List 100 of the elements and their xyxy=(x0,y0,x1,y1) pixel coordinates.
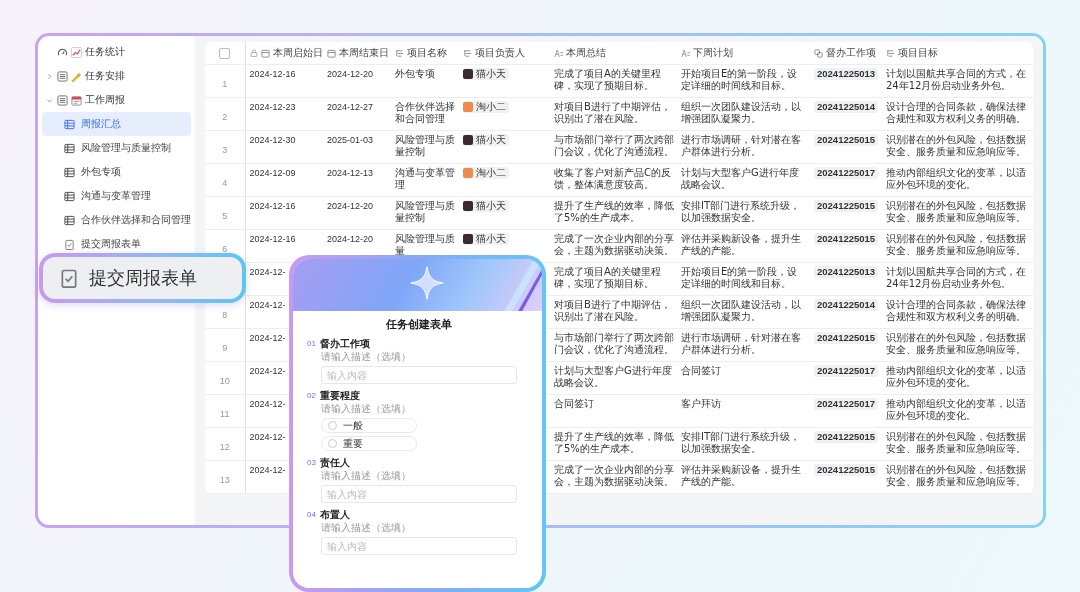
text-field-icon xyxy=(681,48,690,58)
record-tag[interactable]: 20241225015 xyxy=(814,200,879,212)
sidebar-item[interactable]: 周报汇总 xyxy=(42,112,191,136)
input-field[interactable]: 输入内容 xyxy=(321,366,517,384)
table-icon xyxy=(64,142,75,154)
option-field-icon xyxy=(463,48,472,58)
table-cell: 合同签订 xyxy=(554,398,594,409)
table-cell: 组织一次团队建设活动，以增强团队凝聚力。 xyxy=(681,299,801,322)
list-icon xyxy=(57,94,68,106)
record-tag[interactable]: 20241225014 xyxy=(814,101,879,113)
table-cell: 识别潜在的外包风险，包括数据安全、服务质量和应急响应等。 xyxy=(886,233,1026,256)
input-field[interactable]: 输入内容 xyxy=(321,485,517,503)
sparkle-drawing xyxy=(409,265,445,301)
table-cell: 与市场部门举行了两次跨部门会议，优化了沟通流程。 xyxy=(554,134,674,157)
column-header[interactable]: 项目负责人 xyxy=(475,46,525,60)
table-cell: 评估并采购新设备，提升生产线的产能。 xyxy=(681,233,801,256)
record-tag[interactable]: 20241225013 xyxy=(814,68,879,80)
column-header[interactable]: 下周计划 xyxy=(693,46,733,60)
table-cell: 识别潜在的外包风险，包括数据安全、服务质量和应急响应等。 xyxy=(886,464,1026,487)
table-cell: 计划与大型客户G进行年度战略会议。 xyxy=(554,365,672,388)
question-label: 督办工作项 xyxy=(319,338,370,350)
question-hint: 请输入描述（选填） xyxy=(321,351,412,363)
table-cell: 识别潜在的外包风险，包括数据安全、服务质量和应急响应等。 xyxy=(886,431,1026,454)
person-name: 猫小天 xyxy=(476,134,506,146)
row-number: 6 xyxy=(222,244,228,254)
record-tag[interactable]: 20241225017 xyxy=(814,398,879,410)
question-hint: 请输入描述（选填） xyxy=(321,403,412,415)
table-icon xyxy=(64,118,75,130)
table-cell: 风险管理与质量控制 xyxy=(395,134,455,157)
record-tag[interactable]: 20241225015 xyxy=(814,431,879,443)
table-cell: 2024-12-09 xyxy=(249,168,296,178)
column-header[interactable]: 本周结束日 xyxy=(339,46,389,60)
table-cell: 2024-12- xyxy=(249,432,286,442)
column-header[interactable]: 本周启始日 xyxy=(272,46,323,60)
table-cell: 评估并采购新设备，提升生产线的产能。 xyxy=(681,464,801,487)
table-cell: 2024-12-23 xyxy=(249,102,296,112)
record-tag[interactable]: 20241225015 xyxy=(814,233,879,245)
table-cell: 2024-12-16 xyxy=(249,201,296,211)
option-field-icon xyxy=(395,48,404,58)
lock-icon xyxy=(249,49,258,57)
column-header[interactable]: 项目目标 xyxy=(898,46,938,60)
option-field-icon xyxy=(886,48,895,58)
table-cell: 识别潜在的外包风险，包括数据安全、服务质量和应急响应等。 xyxy=(886,200,1026,223)
table-cell: 安排IT部门进行系统升级，以加强数据安全。 xyxy=(681,431,801,454)
calendar-icon xyxy=(260,48,270,58)
table-icon xyxy=(64,214,75,226)
table-cell: 2024-12- xyxy=(249,333,286,343)
table-cell: 识别潜在的外包风险，包括数据安全、服务质量和应急响应等。 xyxy=(886,134,1026,157)
table-cell: 提升了生产线的效率，降低了5%的生产成本。 xyxy=(554,200,674,223)
record-tag[interactable]: 20241225015 xyxy=(814,464,879,476)
table-cell: 识别潜在的外包风险，包括数据安全、服务质量和应急响应等。 xyxy=(886,332,1026,355)
table-icon xyxy=(64,166,75,178)
text-field-icon xyxy=(554,48,563,58)
table-cell: 2025-01-03 xyxy=(327,135,374,145)
row-number: 1 xyxy=(222,79,228,89)
question-label: 重要程度 xyxy=(319,390,360,402)
row-number: 11 xyxy=(220,409,230,419)
sidebar-item[interactable]: 任务安排 xyxy=(42,64,191,88)
table-cell: 客户拜访 xyxy=(681,398,721,409)
stripe-drawing xyxy=(502,259,542,311)
question-hint: 请输入描述（选填） xyxy=(321,470,412,482)
table-cell: 合同签订 xyxy=(681,365,721,376)
sidebar-item[interactable]: 任务统计 xyxy=(42,40,191,64)
record-tag[interactable]: 20241225014 xyxy=(814,299,879,311)
sidebar-item[interactable]: 风险管理与质量控制 xyxy=(42,136,191,160)
table-cell: 设计合理的合同条款，确保法律合规性和双方权利义务的明确。 xyxy=(886,299,1026,322)
column-header[interactable]: 项目名称 xyxy=(407,46,447,60)
table-cell: 2024-12-30 xyxy=(249,135,296,145)
table-cell: 完成了项目A的关键里程碑，实现了预期目标。 xyxy=(554,266,661,289)
table-cell: 收集了客户对新产品C的反馈，整体满意度较高。 xyxy=(554,167,671,190)
table-cell: 完成了一次企业内部的分享会，主题为数据驱动决策。 xyxy=(554,464,674,487)
table-cell: 2024-12-16 xyxy=(249,234,296,244)
table-cell: 2024-12- xyxy=(249,399,286,409)
select-all-checkbox[interactable] xyxy=(219,47,231,59)
table-cell: 进行市场调研，针对潜在客户群体进行分析。 xyxy=(681,332,801,355)
calendar-icon xyxy=(327,48,336,58)
question-number: 02 xyxy=(307,390,316,402)
table-cell: 开始项目E的第一阶段，设定详细的时间线和目标。 xyxy=(681,68,798,91)
form-title: 任务创建表单 xyxy=(384,317,453,332)
sidebar-item[interactable]: 提交周报表单 xyxy=(42,232,191,256)
record-tag[interactable]: 20241225013 xyxy=(814,266,879,278)
column-header[interactable]: 督办工作项 xyxy=(826,46,876,60)
table-cell: 提升了生产线的效率，降低了5%的生产成本。 xyxy=(554,431,674,454)
table-cell: 与市场部门举行了两次跨部门会议，优化了沟通流程。 xyxy=(554,332,674,355)
column-header[interactable]: 本周总结 xyxy=(566,46,606,60)
table-cell: 设计合理的合同条款，确保法律合规性和双方权利义务的明确。 xyxy=(886,101,1026,124)
input-field[interactable]: 输入内容 xyxy=(321,537,517,555)
table-cell: 合作伙伴选择和合同管理 xyxy=(395,101,455,124)
record-tag[interactable]: 20241225017 xyxy=(814,167,879,179)
sidebar-item[interactable]: 沟通与变革管理 xyxy=(42,184,191,208)
callout-label: 提交周报表单 xyxy=(89,266,197,290)
sidebar-item[interactable]: 合作伙伴选择和合同管理 xyxy=(42,208,191,232)
sidebar-item[interactable]: 外包专项 xyxy=(42,160,191,184)
sidebar-item[interactable]: 工作周报 xyxy=(42,88,191,112)
record-tag[interactable]: 20241225017 xyxy=(814,365,879,377)
person-name: 猫小天 xyxy=(476,68,506,80)
question-hint: 请输入描述（选填） xyxy=(321,522,412,534)
record-tag[interactable]: 20241225015 xyxy=(814,332,879,344)
record-tag[interactable]: 20241225015 xyxy=(814,134,879,146)
row-number: 3 xyxy=(222,145,228,155)
